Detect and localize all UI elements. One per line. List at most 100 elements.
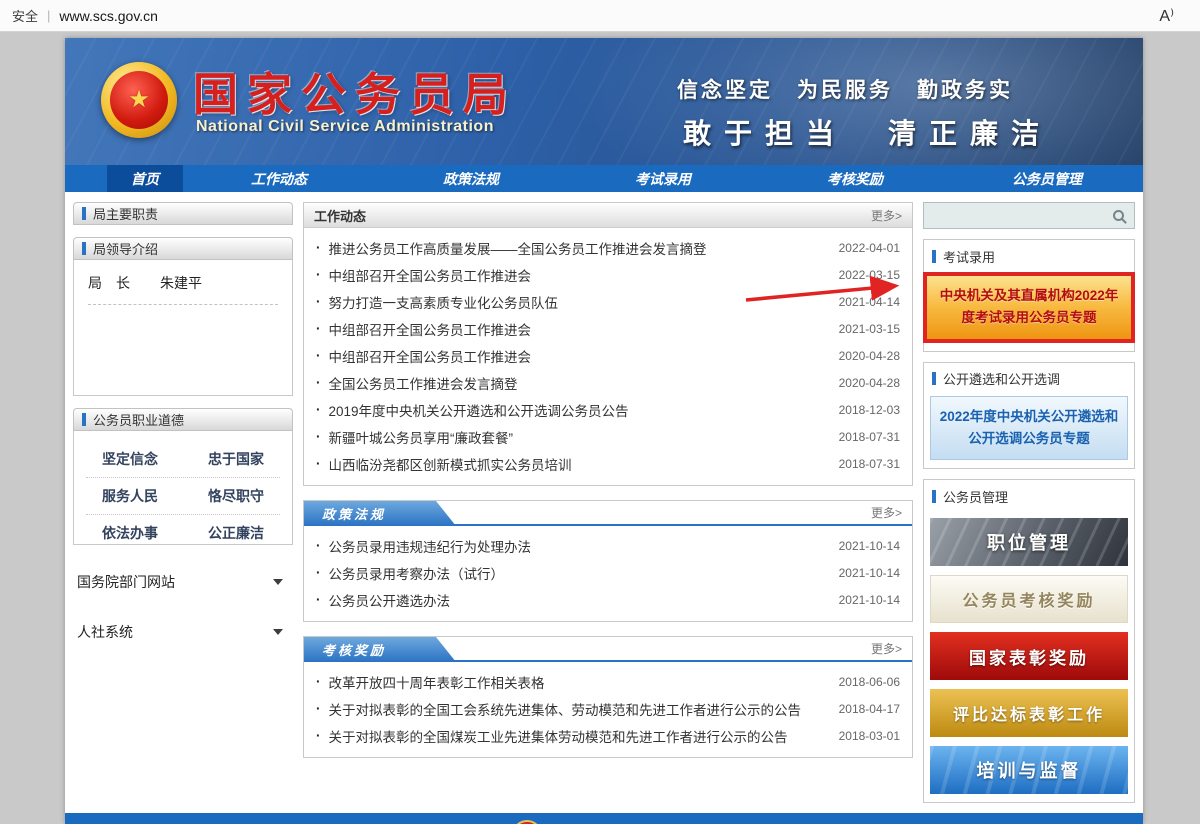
- awards-row: 关于对拟表彰的全国工会系统先进集体、劳动模范和先进工作者进行公示的公告2018-…: [316, 695, 900, 722]
- search-icon[interactable]: [1113, 210, 1124, 221]
- link-label: 国务院部门网站: [77, 572, 175, 592]
- news-date: 2018-12-03: [839, 403, 900, 417]
- ethics-row: 坚定信念 忠于国家: [86, 441, 280, 478]
- footer-emblem-icon: ★: [512, 820, 542, 824]
- panel-title: 局领导介绍: [93, 239, 158, 258]
- site-page: ★ 国家公务员局 National Civil Service Administ…: [65, 38, 1143, 824]
- policy-tab[interactable]: 政策法规: [304, 501, 456, 526]
- bullet-icon: [316, 321, 329, 336]
- news-link[interactable]: 努力打造一支高素质专业化公务员队伍: [329, 292, 827, 312]
- ethics-phrase: 服务人民: [102, 486, 158, 506]
- panel-header-duties[interactable]: 局主要职责: [73, 202, 293, 225]
- site-title: 国家公务员局: [193, 58, 517, 123]
- selection-2022-banner[interactable]: 2022年度中央机关公开遴选和公开选调公务员专题: [930, 396, 1128, 461]
- news-date: 2021-04-14: [839, 295, 900, 309]
- news-date: 2018-07-31: [839, 457, 900, 471]
- panel-header-leaders[interactable]: 局领导介绍: [73, 237, 293, 260]
- news-link[interactable]: 全国公务员工作推进会发言摘登: [329, 373, 827, 393]
- leader-name[interactable]: 朱建平: [160, 273, 202, 293]
- bullet-icon: [316, 592, 329, 607]
- banner-commendation-work[interactable]: 评比达标表彰工作: [930, 689, 1128, 737]
- policy-link[interactable]: 公务员公开遴选办法: [329, 590, 827, 610]
- awards-link[interactable]: 关于对拟表彰的全国工会系统先进集体、劳动模范和先进工作者进行公示的公告: [329, 699, 827, 719]
- banner-national-commendation[interactable]: 国家表彰奖励: [930, 632, 1128, 680]
- nav-item-management[interactable]: 公务员管理: [951, 165, 1143, 192]
- bullet-icon: [316, 728, 329, 743]
- nav-item-exam[interactable]: 考试录用: [567, 165, 759, 192]
- news-date: 2020-04-28: [839, 376, 900, 390]
- policy-link[interactable]: 公务员录用考察办法（试行）: [329, 563, 827, 583]
- banner-position-management[interactable]: 职位管理: [930, 518, 1128, 566]
- bullet-icon: [316, 348, 329, 363]
- policy-more-link[interactable]: 更多>: [871, 504, 902, 521]
- news-more-link[interactable]: 更多>: [871, 207, 902, 224]
- news-date: 2020-04-28: [839, 349, 900, 363]
- news-row: 中组部召开全国公务员工作推进会 2020-04-28: [316, 342, 900, 369]
- nav-item-awards[interactable]: 考核奖励: [759, 165, 951, 192]
- bullet-icon: [316, 375, 329, 390]
- policy-section: 政策法规 更多> 公务员录用违规违纪行为处理办法 2021-10-14 公务员录用…: [303, 500, 913, 622]
- search-input[interactable]: [931, 203, 1113, 228]
- awards-section: 考核奖励 更多> 改革开放四十周年表彰工作相关表格 2018-06-06 关于对拟…: [303, 636, 913, 758]
- read-aloud-icon[interactable]: A⁾: [1159, 6, 1174, 26]
- awards-date: 2018-06-06: [839, 675, 900, 689]
- right-sidebar: 考试录用 中央机关及其直属机构2022年度考试录用公务员专题 公开遴选和公开选调…: [923, 202, 1135, 813]
- ethics-row: 依法办事 公正廉洁: [86, 515, 280, 551]
- policy-row: 公务员录用考察办法（试行）2021-10-14: [316, 559, 900, 586]
- news-date: 2022-04-01: [839, 241, 900, 255]
- bullet-icon: [316, 267, 329, 282]
- bullet-icon: [316, 294, 329, 309]
- news-link[interactable]: 中组部召开全国公务员工作推进会: [329, 319, 827, 339]
- bullet-icon: [316, 674, 329, 689]
- awards-date: 2018-03-01: [839, 729, 900, 743]
- ethics-phrase: 恪尽职守: [208, 486, 264, 506]
- ethics-phrase: 坚定信念: [102, 449, 158, 469]
- management-panel-header: 公务员管理: [930, 483, 1128, 509]
- panel-title: 公务员职业道德: [93, 410, 184, 429]
- bullet-icon: [316, 402, 329, 417]
- news-link[interactable]: 新疆叶城公务员享用“廉政套餐”: [329, 427, 827, 447]
- page-viewport: ★ 国家公务员局 National Civil Service Administ…: [0, 32, 1200, 824]
- news-list: 推进公务员工作高质量发展——全国公务员工作推进会发言摘登 2022-04-01 中…: [304, 228, 912, 485]
- news-row: 山西临汾尧都区创新模式抓实公务员培训 2018-07-31: [316, 450, 900, 477]
- panel-header-ethics[interactable]: 公务员职业道德: [73, 408, 293, 431]
- news-link[interactable]: 中组部召开全国公务员工作推进会: [329, 265, 827, 285]
- awards-link[interactable]: 改革开放四十周年表彰工作相关表格: [329, 672, 827, 692]
- banner-appraisal-awards[interactable]: 公务员考核奖励: [930, 575, 1128, 623]
- awards-section-header: 考核奖励 更多>: [304, 637, 912, 662]
- awards-more-link[interactable]: 更多>: [871, 640, 902, 657]
- left-sidebar: 局主要职责 局领导介绍 局 长 朱建平 公务员职业道德: [73, 202, 293, 645]
- awards-list: 改革开放四十周年表彰工作相关表格 2018-06-06 关于对拟表彰的全国工会系统…: [304, 662, 912, 757]
- policy-row: 公务员公开遴选办法2021-10-14: [316, 586, 900, 613]
- policy-link[interactable]: 公务员录用违规违纪行为处理办法: [329, 536, 827, 556]
- exam-2022-banner[interactable]: 中央机关及其直属机构2022年度考试录用公务员专题: [923, 272, 1135, 343]
- selection-panel: 公开遴选和公开选调 2022年度中央机关公开遴选和公开选调公务员专题: [923, 362, 1135, 470]
- site-subtitle: National Civil Service Administration: [196, 118, 494, 136]
- policy-date: 2021-10-14: [839, 539, 900, 553]
- news-link[interactable]: 中组部召开全国公务员工作推进会: [329, 346, 827, 366]
- news-date: 2018-07-31: [839, 430, 900, 444]
- awards-link[interactable]: 关于对拟表彰的全国煤炭工业先进集体劳动模范和先进工作者进行公示的公告: [329, 726, 827, 746]
- security-label: 安全: [12, 6, 38, 25]
- news-row: 中组部召开全国公务员工作推进会2022-03-15: [316, 261, 900, 288]
- sidebar-link-hr-system[interactable]: 人社系统: [73, 619, 293, 645]
- accent-bar: [82, 207, 86, 220]
- nav-item-policy[interactable]: 政策法规: [375, 165, 567, 192]
- emblem-inner: ★: [110, 71, 168, 129]
- news-link[interactable]: 山西临汾尧都区创新模式抓实公务员培训: [329, 454, 827, 474]
- sidebar-link-gov-departments[interactable]: 国务院部门网站: [73, 569, 293, 595]
- leader-row: 局 长 朱建平: [88, 273, 278, 305]
- emblem-star-icon: ★: [128, 88, 150, 112]
- news-row: 中组部召开全国公务员工作推进会2021-03-15: [316, 315, 900, 342]
- bullet-icon: [316, 240, 329, 255]
- leader-panel-body: 局 长 朱建平: [73, 260, 293, 396]
- url-text[interactable]: www.scs.gov.cn: [59, 8, 158, 24]
- banner-training-supervision[interactable]: 培训与监督: [930, 746, 1128, 794]
- nav-item-news[interactable]: 工作动态: [183, 165, 375, 192]
- nav-item-home[interactable]: 首页: [107, 165, 183, 192]
- awards-tab[interactable]: 考核奖励: [304, 637, 456, 662]
- main-nav: 首页 工作动态 政策法规 考试录用 考核奖励 公务员管理: [65, 165, 1143, 192]
- exam-panel: 考试录用 中央机关及其直属机构2022年度考试录用公务员专题: [923, 239, 1135, 352]
- news-link[interactable]: 推进公务员工作高质量发展——全国公务员工作推进会发言摘登: [329, 238, 827, 258]
- news-link[interactable]: 2019年度中央机关公开遴选和公开选调公务员公告: [329, 400, 827, 420]
